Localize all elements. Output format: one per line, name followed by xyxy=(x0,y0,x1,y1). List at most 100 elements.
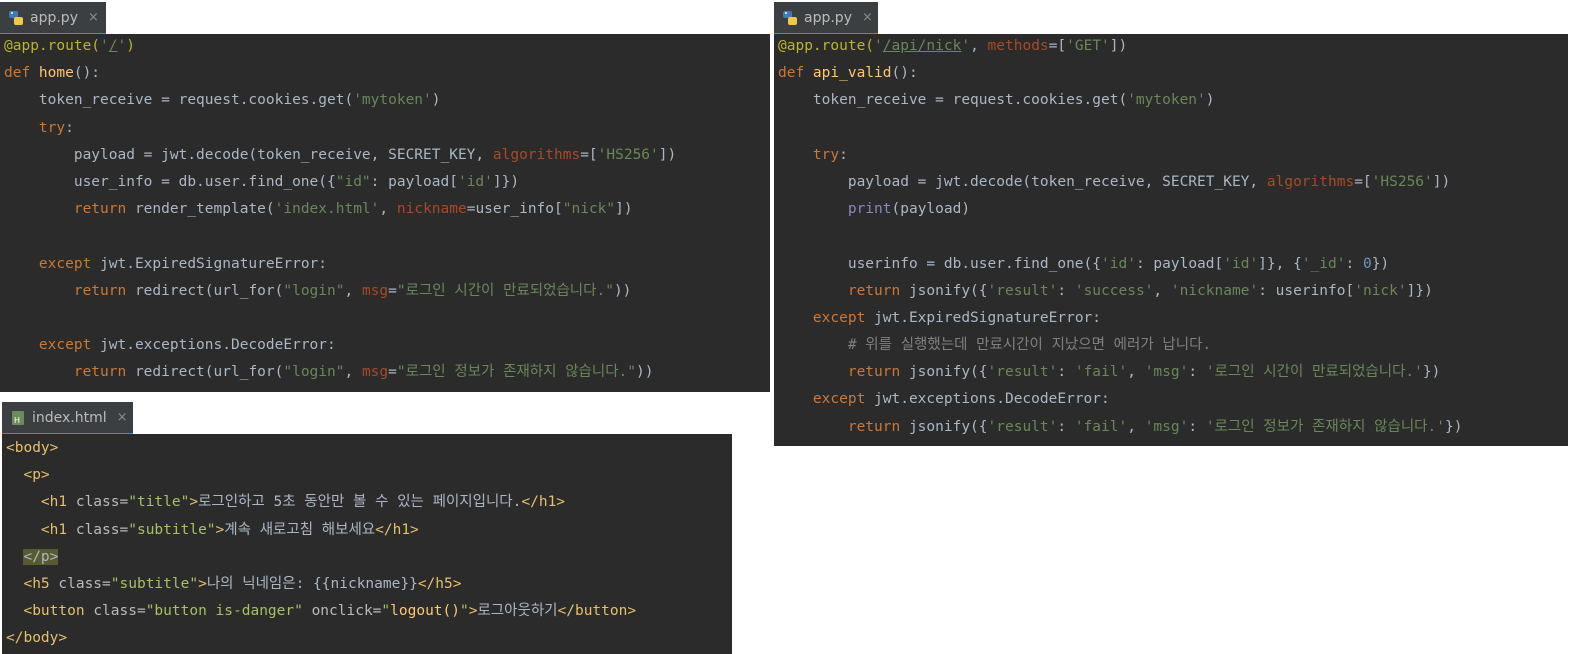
code-line: except jwt.exceptions.DecodeError: xyxy=(778,386,1568,413)
code-token: )) xyxy=(613,282,632,299)
code-line: @app.route('/') xyxy=(4,34,770,60)
code-token: /api/nick xyxy=(882,38,962,54)
code-token: =user_info[ xyxy=(466,201,563,218)
code-token: ) xyxy=(126,38,135,54)
code-token: def xyxy=(4,65,39,82)
code-editor-bottom[interactable]: <body> <p> <h1 class="title">로그인하고 5초 동안… xyxy=(2,434,732,654)
code-token: : xyxy=(1188,418,1206,435)
code-line: def api_valid(): xyxy=(778,60,1568,87)
code-token: return xyxy=(73,201,135,218)
code-editor-left[interactable]: @app.route('/') def home(): token_receive… xyxy=(0,34,770,392)
code-token: </p> xyxy=(23,548,59,565)
python-file-icon xyxy=(8,10,24,26)
code-line: token_receive = request.cookies.get('myt… xyxy=(4,87,770,114)
code-token: return xyxy=(73,364,135,381)
code-token: 'msg' xyxy=(1144,364,1189,381)
code-line: except jwt.exceptions.DecodeError: xyxy=(4,332,770,359)
code-line: user_info = db.user.find_one({"id": payl… xyxy=(4,169,770,196)
code-token: "button is-danger" xyxy=(145,603,303,620)
code-line: payload = jwt.decode(token_receive, SECR… xyxy=(778,169,1568,196)
code-token: # 위를 실행했는데 만료시간이 지났으면 에러가 납니다. xyxy=(778,337,1212,354)
code-token: ]) xyxy=(658,146,677,163)
code-token: "id" xyxy=(335,173,371,190)
code-token: : xyxy=(1057,282,1075,299)
code-token: }) xyxy=(1422,364,1441,381)
code-token: '_id' xyxy=(1301,255,1346,272)
code-token: </h5> xyxy=(417,575,462,592)
tab-app-py-right[interactable]: app.py × xyxy=(774,2,878,36)
code-token: 나의 닉네임은: {{nickname}} xyxy=(206,575,418,592)
code-token: except xyxy=(38,255,101,272)
code-token: jwt.ExpiredSignatureError: xyxy=(100,255,328,272)
code-line: print(payload) xyxy=(778,196,1568,223)
code-line: return jsonify({'result': 'fail', 'msg':… xyxy=(778,359,1568,386)
code-token: "title" xyxy=(128,494,190,511)
code-line: return jsonify({'result': 'success', 'ni… xyxy=(778,278,1568,305)
code-token: <p> xyxy=(23,467,50,484)
code-token: jwt.ExpiredSignatureError: xyxy=(874,309,1102,326)
code-token: , xyxy=(1127,364,1145,381)
code-token: 0 xyxy=(1362,255,1372,272)
code-token: : xyxy=(65,119,74,136)
code-token: class= xyxy=(75,494,129,511)
code-token: </button> xyxy=(557,603,637,620)
code-token: "nick" xyxy=(562,201,616,218)
code-token: 'nickname' xyxy=(1170,282,1259,299)
close-icon[interactable]: × xyxy=(117,410,128,425)
code-line: return render_template('index.html', nic… xyxy=(4,196,770,223)
code-area: @app.route('/') def home(): token_receive… xyxy=(4,34,770,386)
code-token: return xyxy=(847,282,909,299)
close-icon[interactable]: × xyxy=(88,10,99,25)
code-line: payload = jwt.decode(token_receive, SECR… xyxy=(4,142,770,169)
code-token: return xyxy=(847,364,909,381)
code-token: : payload[ xyxy=(370,173,458,190)
tab-app-py-left[interactable]: app.py × xyxy=(0,2,106,36)
code-token: 'HS256' xyxy=(597,146,659,163)
code-token: : xyxy=(1057,418,1075,435)
code-line: token_receive = request.cookies.get('myt… xyxy=(778,87,1568,114)
code-token: @app.route( xyxy=(778,38,875,54)
code-token: redirect(url_for( xyxy=(134,364,284,381)
code-line: except jwt.ExpiredSignatureError: xyxy=(778,305,1568,332)
code-token: "login" xyxy=(283,364,345,381)
code-line: </p> xyxy=(6,544,732,571)
code-token: <h5 xyxy=(23,575,59,592)
code-token: except xyxy=(38,337,101,354)
code-line: return redirect(url_for("login", msg="로그… xyxy=(4,278,770,305)
code-token: : xyxy=(1345,255,1363,272)
code-token: return xyxy=(73,282,135,299)
code-token: 'msg' xyxy=(1144,418,1189,435)
code-token: <body> xyxy=(6,440,59,456)
close-icon[interactable]: × xyxy=(862,10,873,25)
code-token: ' xyxy=(100,38,109,54)
code-line: # 위를 실행했는데 만료시간이 지났으면 에러가 납니다. xyxy=(778,332,1568,359)
code-token: ]) xyxy=(1109,38,1128,54)
code-token: 'id' xyxy=(1101,255,1136,272)
code-token: <h1 xyxy=(40,521,76,538)
code-token: jsonify({ xyxy=(908,418,988,435)
tab-index-html[interactable]: H index.html × xyxy=(2,402,133,436)
code-token: 'result' xyxy=(987,282,1058,299)
code-token: <button xyxy=(23,603,94,620)
code-token: 'id' xyxy=(1223,255,1259,272)
code-editor-right[interactable]: @app.route('/api/nick', methods=['GET'])… xyxy=(774,34,1568,446)
tab-filename: app.py xyxy=(30,9,78,26)
code-token: 'fail' xyxy=(1074,364,1128,381)
code-token: algorithms xyxy=(492,146,581,163)
code-token: "subtitle" xyxy=(128,521,216,538)
code-token: class= xyxy=(93,603,146,620)
code-token: '로그인 시간이 만료되었습니다.' xyxy=(1205,364,1423,381)
code-line: return jsonify({'result': 'fail', 'msg':… xyxy=(778,414,1568,441)
